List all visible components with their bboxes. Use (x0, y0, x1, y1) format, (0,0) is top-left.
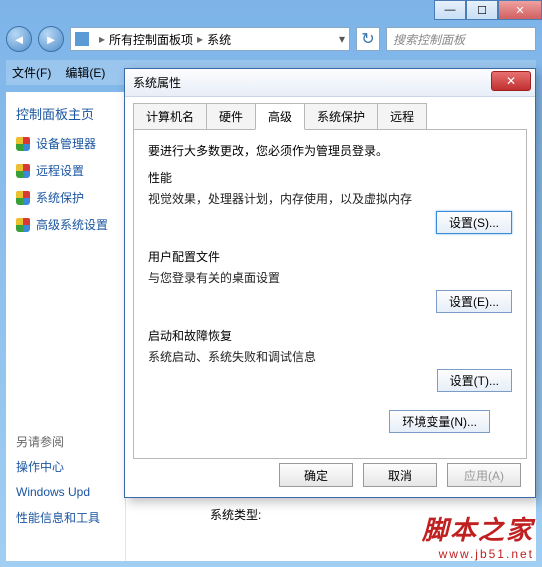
control-panel-icon (75, 32, 89, 46)
outer-window-controls: — ☐ ✕ (434, 0, 542, 24)
menu-file[interactable]: 文件(F) (12, 64, 51, 81)
see-also-windows-update[interactable]: Windows Upd (16, 485, 115, 499)
sidebar-home-link[interactable]: 控制面板主页 (16, 104, 115, 123)
ok-button[interactable]: 确定 (279, 463, 353, 487)
user-profiles-settings-button[interactable]: 设置(E)... (436, 290, 512, 313)
tab-body-advanced: 要进行大多数更改，您必须作为管理员登录。 性能 视觉效果，处理器计划，内存使用，… (133, 129, 527, 459)
breadcrumb-all-items[interactable]: 所有控制面板项 (109, 31, 193, 48)
dialog-close-button[interactable]: ✕ (491, 71, 531, 91)
forward-button[interactable]: ► (38, 26, 64, 52)
shield-icon (16, 191, 30, 205)
group-desc: 与您登录有关的桌面设置 (148, 269, 512, 286)
see-also-title: 另请参阅 (16, 433, 115, 450)
sidebar-item-label: 设备管理器 (36, 135, 96, 152)
breadcrumb-sep: ▸ (197, 32, 203, 46)
environment-variables-button[interactable]: 环境变量(N)... (389, 410, 490, 433)
performance-settings-button[interactable]: 设置(S)... (436, 211, 512, 234)
group-title: 性能 (148, 169, 512, 186)
breadcrumb-sep: ▸ (99, 32, 105, 46)
system-properties-dialog: 系统属性 ✕ 计算机名 硬件 高级 系统保护 远程 要进行大多数更改，您必须作为… (124, 68, 536, 498)
tab-computer-name[interactable]: 计算机名 (133, 103, 207, 129)
watermark-url: www.jb51.net (422, 547, 534, 561)
refresh-button[interactable]: ↻ (356, 27, 380, 51)
tab-remote[interactable]: 远程 (377, 103, 427, 129)
tab-strip: 计算机名 硬件 高级 系统保护 远程 (125, 97, 535, 129)
sidebar-item-label: 远程设置 (36, 162, 84, 179)
sidebar-item-system-protection[interactable]: 系统保护 (16, 189, 115, 206)
see-also-section: 另请参阅 操作中心 Windows Upd 性能信息和工具 (16, 433, 115, 526)
tab-advanced[interactable]: 高级 (255, 103, 305, 130)
dialog-button-row: 确定 取消 应用(A) (279, 463, 521, 487)
sidebar-item-label: 系统保护 (36, 189, 84, 206)
group-title: 用户配置文件 (148, 248, 512, 265)
sidebar-item-remote-settings[interactable]: 远程设置 (16, 162, 115, 179)
system-type-label: 系统类型: (210, 506, 261, 523)
tab-hardware[interactable]: 硬件 (206, 103, 256, 129)
maximize-button[interactable]: ☐ (466, 0, 498, 20)
see-also-action-center[interactable]: 操作中心 (16, 458, 115, 475)
dialog-title: 系统属性 (125, 69, 535, 97)
addr-dropdown-icon[interactable]: ▾ (339, 32, 345, 46)
sidebar: 控制面板主页 设备管理器 远程设置 系统保护 高级系统设置 另请参阅 操作中心 … (6, 92, 126, 561)
breadcrumb-system[interactable]: 系统 (207, 31, 231, 48)
sidebar-item-device-manager[interactable]: 设备管理器 (16, 135, 115, 152)
group-performance: 性能 视觉效果，处理器计划，内存使用，以及虚拟内存 设置(S)... (148, 169, 512, 234)
cancel-button[interactable]: 取消 (363, 463, 437, 487)
group-startup-recovery: 启动和故障恢复 系统启动、系统失败和调试信息 设置(T)... (148, 327, 512, 392)
shield-icon (16, 137, 30, 151)
apply-button[interactable]: 应用(A) (447, 463, 521, 487)
group-desc: 视觉效果，处理器计划，内存使用，以及虚拟内存 (148, 190, 512, 207)
sidebar-item-label: 高级系统设置 (36, 216, 108, 233)
startup-recovery-settings-button[interactable]: 设置(T)... (437, 369, 512, 392)
group-user-profiles: 用户配置文件 与您登录有关的桌面设置 设置(E)... (148, 248, 512, 313)
see-also-performance-info[interactable]: 性能信息和工具 (16, 509, 115, 526)
watermark: 脚本之家 www.jb51.net (422, 510, 534, 561)
shield-icon (16, 218, 30, 232)
tab-system-protection[interactable]: 系统保护 (304, 103, 378, 129)
back-button[interactable]: ◄ (6, 26, 32, 52)
menu-edit[interactable]: 编辑(E) (65, 64, 105, 81)
admin-note: 要进行大多数更改，您必须作为管理员登录。 (148, 142, 512, 159)
group-desc: 系统启动、系统失败和调试信息 (148, 348, 512, 365)
search-input[interactable]: 搜索控制面板 (386, 27, 536, 51)
address-bar[interactable]: ▸ 所有控制面板项 ▸ 系统 ▾ (70, 27, 350, 51)
shield-icon (16, 164, 30, 178)
sidebar-item-advanced-settings[interactable]: 高级系统设置 (16, 216, 115, 233)
outer-close-button[interactable]: ✕ (498, 0, 542, 20)
minimize-button[interactable]: — (434, 0, 466, 20)
group-title: 启动和故障恢复 (148, 327, 512, 344)
watermark-text: 脚本之家 (422, 510, 534, 547)
